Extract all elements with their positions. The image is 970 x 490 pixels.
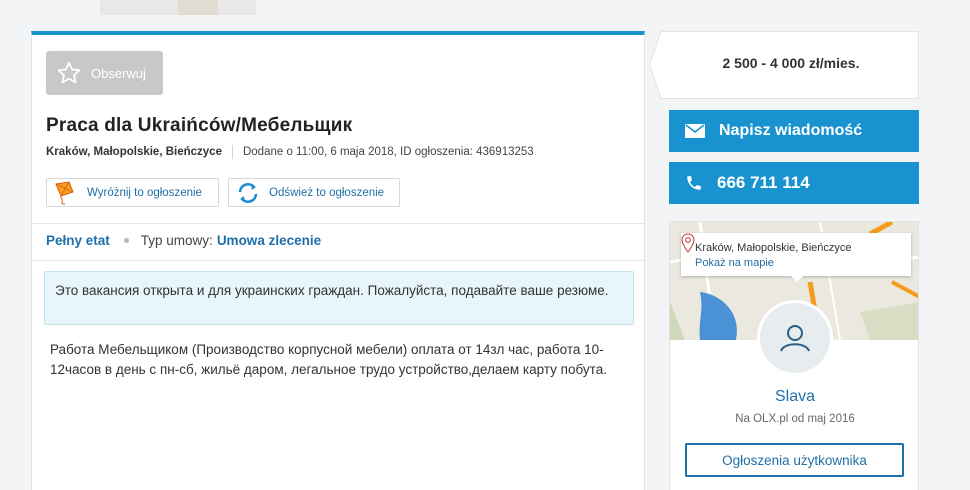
ukrainian-notice: Это вакансия открыта и для украинских гр… — [44, 271, 634, 325]
listing-added-info: Dodane o 11:00, 6 maja 2018, ID ogłoszen… — [242, 146, 534, 158]
user-card: Kraków, Małopolskie, Bieńczyce Pokaż na … — [669, 221, 919, 490]
observe-button[interactable]: Obserwuj — [46, 51, 163, 95]
param-contract-label: Typ umowy: — [140, 233, 213, 248]
phone-icon — [687, 176, 701, 190]
divider — [32, 223, 644, 224]
show-on-map-link[interactable]: Pokaż na mapie — [695, 256, 852, 271]
map-address: Kraków, Małopolskie, Bieńczyce — [695, 242, 852, 254]
avatar[interactable] — [757, 300, 833, 376]
meta-divider — [231, 145, 233, 159]
send-message-button[interactable]: Napisz wiadomość — [669, 110, 919, 152]
listing-location[interactable]: Kraków, Małopolskie, Bieńczyce — [46, 146, 222, 158]
param-separator-dot — [123, 238, 129, 243]
user-icon — [780, 325, 810, 352]
highlight-ad-button[interactable]: Wyróżnij to ogłoszenie — [46, 178, 219, 207]
star-icon — [57, 61, 81, 84]
param-contract-value[interactable]: Umowa zlecenie — [217, 233, 321, 248]
user-ads-button[interactable]: Ogłoszenia użytkownika — [685, 443, 904, 477]
listing-title: Praca dla Ukraińców/Мебельщик — [46, 115, 353, 136]
listing-meta: Kraków, Małopolskie, Bieńczyce Dodane o … — [46, 145, 534, 159]
show-phone-button[interactable]: 666 711 114 — [669, 162, 919, 204]
price-box: 2 500 - 4 000 zł/mies. — [649, 31, 919, 99]
previous-image-thumbnail — [100, 0, 256, 15]
send-message-label: Napisz wiadomość — [719, 122, 863, 139]
highlight-ad-label: Wyróżnij to ogłoszenie — [87, 186, 202, 199]
refresh-icon — [238, 182, 258, 203]
refresh-ad-label: Odśwież to ogłoszenie — [269, 186, 385, 199]
listing-params: Pełny etat Typ umowy: Umowa zlecenie — [46, 233, 321, 248]
observe-label: Obserwuj — [91, 65, 146, 81]
user-name[interactable]: Slava — [670, 388, 918, 406]
listing-card: Obserwuj Praca dla Ukraińców/Мебельщик K… — [31, 31, 645, 490]
listing-description: Работа Мебельщиком (Производство корпусн… — [50, 342, 607, 377]
user-member-since: Na OLX.pl od maj 2016 — [735, 413, 855, 425]
map-pin-icon — [681, 233, 695, 253]
map-location-popup: Kraków, Małopolskie, Bieńczyce Pokaż na … — [681, 233, 911, 282]
refresh-ad-button[interactable]: Odśwież to ogłoszenie — [228, 178, 400, 207]
divider — [32, 260, 644, 261]
salary-price: 2 500 - 4 000 zł/mies. — [722, 55, 860, 71]
param-employment[interactable]: Pełny etat — [46, 233, 110, 248]
kite-icon — [55, 180, 74, 204]
envelope-icon — [685, 124, 705, 138]
phone-number: 666 711 114 — [717, 173, 810, 192]
